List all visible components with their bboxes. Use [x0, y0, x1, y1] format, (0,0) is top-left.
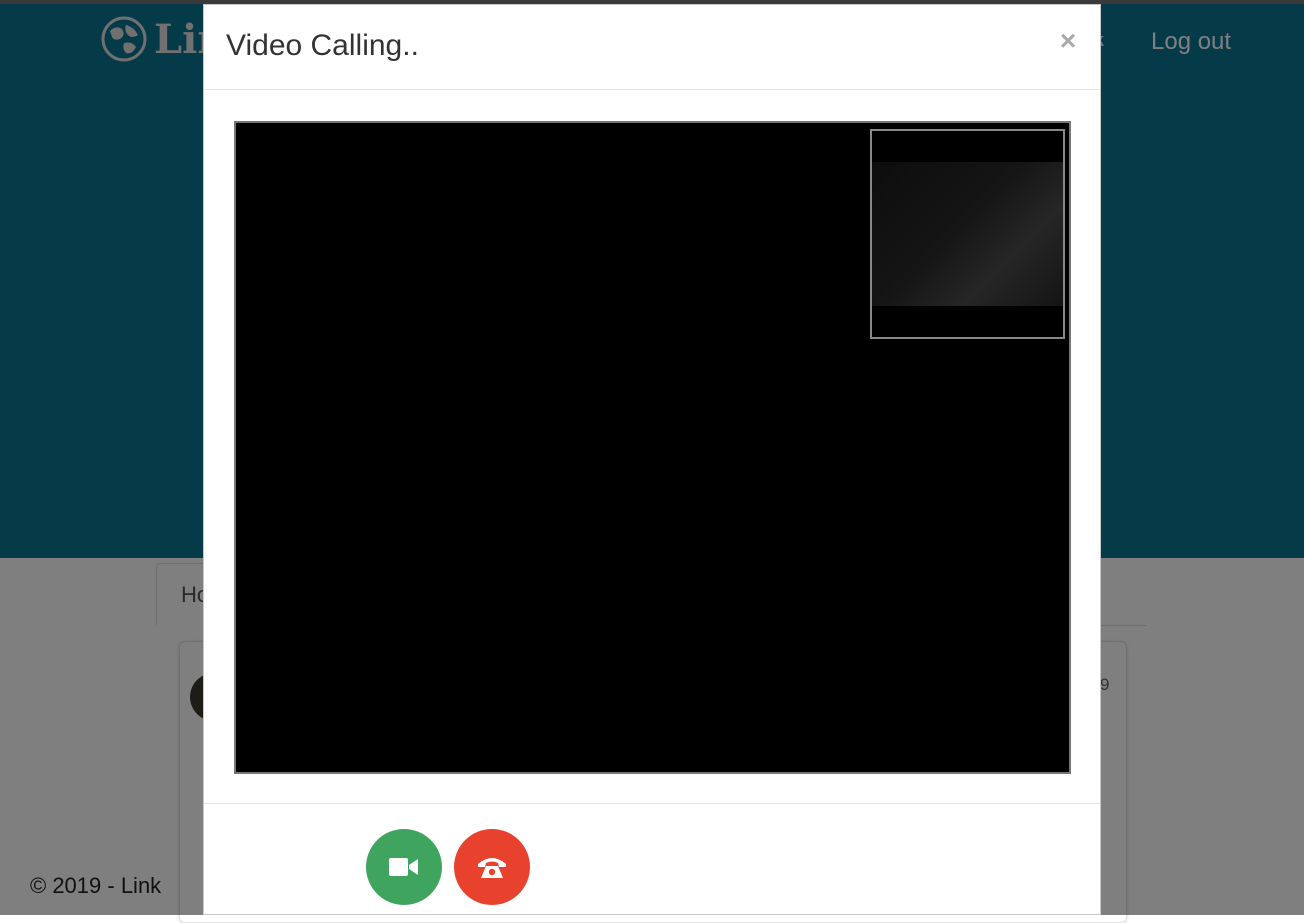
local-video-preview [870, 129, 1065, 339]
modal-header: Video Calling.. × [204, 5, 1100, 90]
local-video-feed [872, 162, 1063, 306]
hangup-button[interactable] [454, 829, 530, 905]
phone-hangup-icon [478, 858, 506, 878]
remote-video [234, 121, 1071, 774]
modal-title: Video Calling.. [226, 29, 419, 62]
video-call-modal: Video Calling.. × [203, 4, 1101, 915]
modal-footer [204, 803, 1100, 804]
video-toggle-button[interactable] [366, 829, 442, 905]
close-button[interactable]: × [1050, 23, 1086, 59]
video-camera-icon [389, 858, 418, 876]
